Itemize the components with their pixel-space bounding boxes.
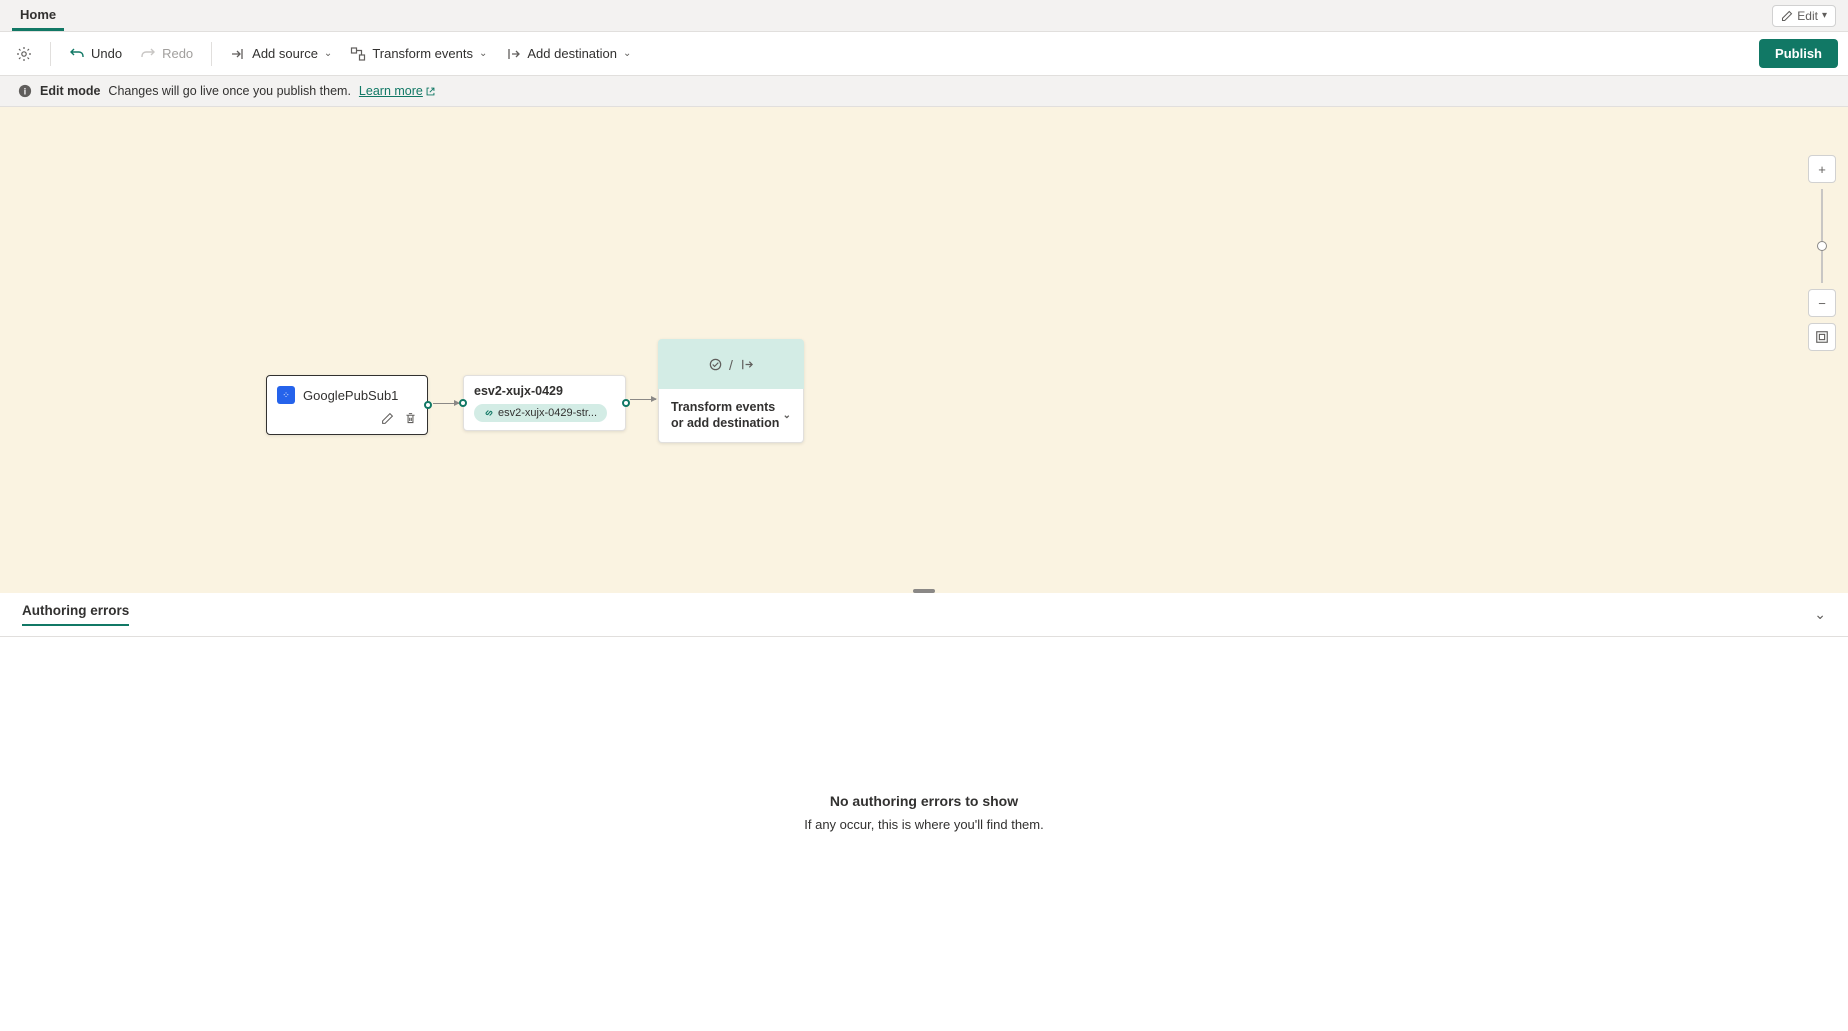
info-message: Changes will go live once you publish th…	[108, 84, 351, 98]
node-stream[interactable]: esv2-xujx-0429 esv2-xujx-0429-str...	[463, 375, 626, 431]
chevron-down-icon: ▾	[1822, 10, 1827, 21]
link-icon	[484, 408, 494, 418]
add-source-button[interactable]: Add source ⌄	[224, 40, 338, 68]
node-source-title: GooglePubSub1	[303, 388, 398, 403]
pencil-icon[interactable]	[381, 412, 394, 425]
output-port[interactable]	[622, 399, 630, 407]
node-source[interactable]: ⁘ GooglePubSub1	[266, 375, 428, 435]
redo-button: Redo	[134, 40, 199, 68]
app-top-bar: Home Edit ▾	[0, 0, 1848, 32]
add-destination-icon	[505, 46, 521, 62]
divider	[211, 42, 212, 66]
dest-placeholder-label: Transform events or add destination	[671, 399, 783, 432]
connection-arrow	[630, 399, 656, 400]
redo-label: Redo	[162, 46, 193, 61]
info-icon: i	[18, 84, 32, 98]
input-port[interactable]	[459, 399, 467, 407]
add-source-icon	[230, 46, 246, 62]
google-pubsub-icon: ⁘	[277, 386, 295, 404]
info-bar: i Edit mode Changes will go live once yo…	[0, 76, 1848, 107]
chip-label: esv2-xujx-0429-str...	[498, 407, 597, 419]
learn-more-label: Learn more	[359, 84, 423, 98]
zoom-out-button[interactable]: −	[1808, 289, 1836, 317]
destination-icon	[739, 357, 754, 372]
chevron-down-icon[interactable]: ⌄	[783, 409, 791, 422]
divider	[50, 42, 51, 66]
trash-icon[interactable]	[404, 412, 417, 425]
learn-more-link[interactable]: Learn more	[359, 84, 436, 98]
output-port[interactable]	[424, 401, 432, 409]
svg-text:i: i	[24, 87, 26, 97]
zoom-fit-button[interactable]	[1808, 323, 1836, 351]
publish-button[interactable]: Publish	[1759, 39, 1838, 68]
fit-icon	[1815, 330, 1829, 344]
add-destination-button[interactable]: Add destination ⌄	[499, 40, 637, 68]
zoom-controls: + −	[1808, 155, 1836, 351]
zoom-thumb[interactable]	[1817, 241, 1827, 251]
zoom-slider[interactable]	[1821, 189, 1823, 283]
stream-chip[interactable]: esv2-xujx-0429-str...	[474, 404, 607, 422]
chevron-down-icon: ⌄	[623, 48, 631, 59]
transform-icon	[708, 357, 723, 372]
transform-label: Transform events	[372, 46, 473, 61]
undo-button[interactable]: Undo	[63, 40, 128, 68]
panel-tab-errors[interactable]: Authoring errors	[22, 603, 129, 626]
tab-home[interactable]: Home	[12, 1, 64, 31]
edit-toggle-label: Edit	[1797, 9, 1818, 23]
add-source-label: Add source	[252, 46, 318, 61]
authoring-errors-panel: Authoring errors ⌄ No authoring errors t…	[0, 593, 1848, 987]
connection-arrow	[433, 403, 459, 404]
undo-label: Undo	[91, 46, 122, 61]
settings-button[interactable]	[10, 40, 38, 68]
slash: /	[729, 357, 733, 373]
zoom-in-button[interactable]: +	[1808, 155, 1836, 183]
canvas[interactable]: ⁘ GooglePubSub1 esv2-xujx-0429 esv2-xujx…	[0, 107, 1848, 593]
redo-icon	[140, 46, 156, 62]
external-link-icon	[425, 86, 436, 97]
edit-mode-toggle[interactable]: Edit ▾	[1772, 5, 1836, 27]
undo-icon	[69, 46, 85, 62]
node-stream-title: esv2-xujx-0429	[474, 384, 615, 398]
toolbar: Undo Redo Add source ⌄ Transform events …	[0, 32, 1848, 76]
empty-state-title: No authoring errors to show	[830, 793, 1018, 809]
edit-mode-label: Edit mode	[40, 84, 100, 98]
pencil-icon	[1781, 10, 1793, 22]
chevron-down-icon: ⌄	[324, 48, 332, 59]
chevron-down-icon[interactable]: ⌄	[1814, 606, 1826, 623]
transform-events-button[interactable]: Transform events ⌄	[344, 40, 493, 68]
empty-state-body: If any occur, this is where you'll find …	[804, 817, 1043, 832]
transform-icon	[350, 46, 366, 62]
chevron-down-icon: ⌄	[479, 48, 487, 59]
add-destination-label: Add destination	[527, 46, 617, 61]
panel-resize-handle[interactable]	[913, 589, 935, 593]
node-destination-placeholder[interactable]: / Transform events or add destination ⌄	[658, 339, 804, 443]
gear-icon	[16, 46, 32, 62]
